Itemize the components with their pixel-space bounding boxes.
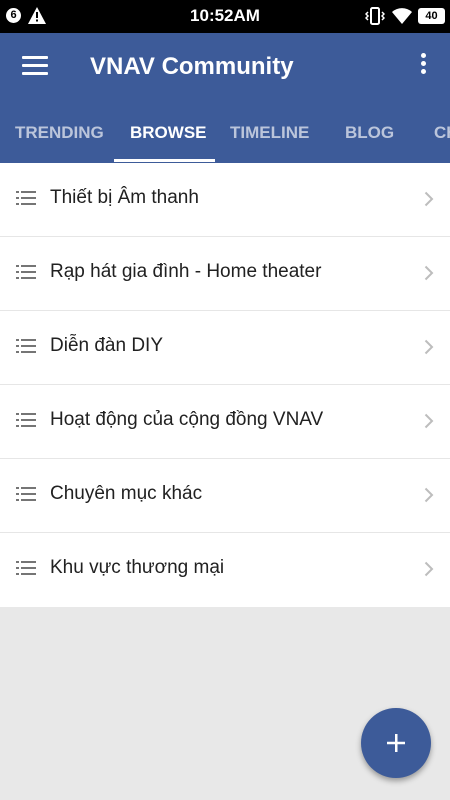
tab-browse[interactable]: BROWSE [130,117,207,163]
list-item-label: Khu vực thương mại [50,557,225,578]
list-item-category[interactable]: Hoạt động của cộng đồng VNAV [0,385,450,459]
battery-icon: 40 [418,8,445,24]
list-item-label: Diễn đàn DIY [50,335,164,356]
vibrate-icon [365,7,385,25]
tab-ch[interactable]: CH [434,117,450,163]
status-bar: 6 10:52AM 40 [0,0,450,33]
tab-trending[interactable]: TRENDING [15,117,104,163]
list-item-category[interactable]: Rạp hát gia đình - Home theater [0,237,450,311]
more-vertical-icon[interactable] [413,53,433,83]
list-bullet-icon [16,561,36,575]
list-item-category[interactable]: Khu vực thương mại [0,533,450,607]
list-item-label: Thiết bị Âm thanh [50,187,199,208]
list-item-category[interactable]: Diễn đàn DIY [0,311,450,385]
list-item-label: Rạp hát gia đình - Home theater [50,261,322,282]
chevron-right-icon [424,339,434,355]
list-bullet-icon [16,339,36,353]
app-bar: VNAV Community TRENDING BROWSE TIMELINE … [0,33,450,163]
chevron-right-icon [424,265,434,281]
chevron-right-icon [424,191,434,207]
list-bullet-icon [16,265,36,279]
plus-icon [387,734,405,752]
hamburger-menu-icon[interactable] [22,56,48,78]
wifi-icon [392,8,412,24]
list-item-category[interactable]: Chuyên mục khác [0,459,450,533]
chevron-right-icon [424,561,434,577]
category-list: Thiết bị Âm thanh Rạp hát gia đình - Hom… [0,163,450,607]
tab-blog[interactable]: BLOG [345,117,394,163]
list-item-label: Chuyên mục khác [50,483,203,504]
app-title: VNAV Community [90,53,294,80]
list-bullet-icon [16,487,36,501]
tab-bar: TRENDING BROWSE TIMELINE BLOG CH [0,117,450,163]
active-tab-indicator [114,159,215,162]
list-item-label: Hoạt động của cộng đồng VNAV [50,409,324,430]
list-bullet-icon [16,191,36,205]
list-item-category[interactable]: Thiết bị Âm thanh [0,163,450,237]
chevron-right-icon [424,413,434,429]
tab-timeline[interactable]: TIMELINE [230,117,309,163]
new-topic-fab-button[interactable] [361,708,431,778]
list-bullet-icon [16,413,36,427]
chevron-right-icon [424,487,434,503]
